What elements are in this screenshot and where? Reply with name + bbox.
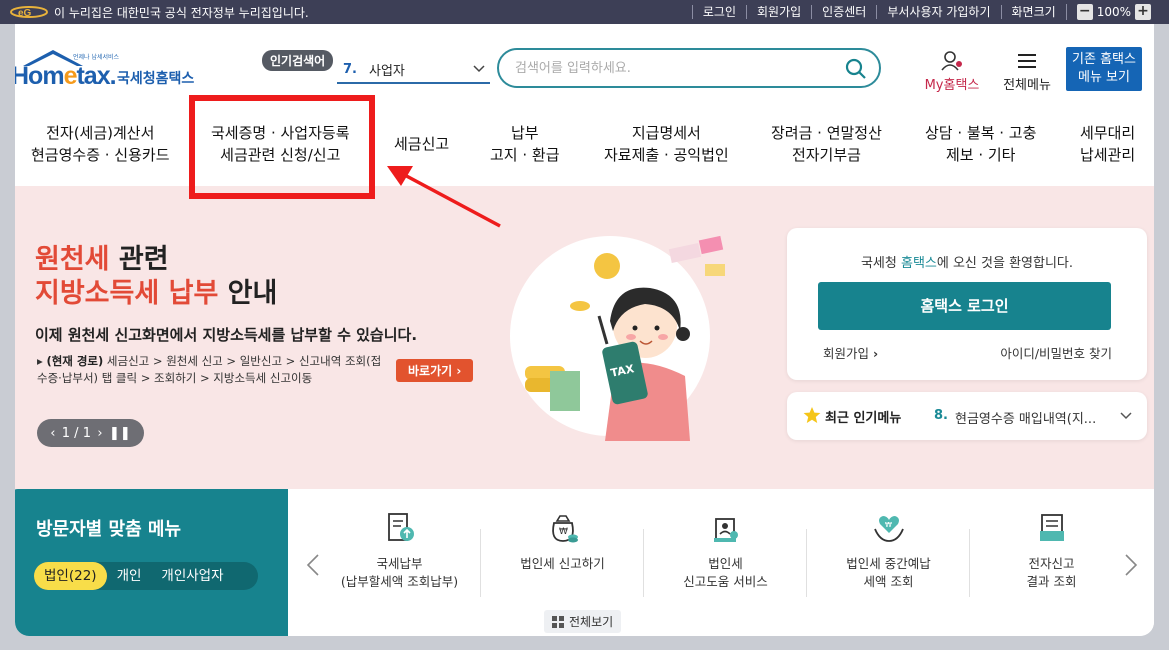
banner-pager: ‹ 1 / 1 › ❚❚	[37, 419, 144, 447]
logo-tagline: 언제나 납세서비스	[73, 54, 120, 61]
service-interim-prepayment[interactable]: ₩ 법인세 중간예납 세액 조회	[807, 511, 970, 591]
cert-center-link[interactable]: 인증센터	[811, 5, 876, 19]
service-filing-help[interactable]: 법인세 신고도움 서비스	[644, 511, 807, 591]
tax-girl-illustration: TAX	[510, 235, 725, 441]
service-corporate-tax-filing[interactable]: ₩ 법인세 신고하기	[481, 511, 644, 573]
popular-menu-title: 최근 인기메뉴	[825, 411, 902, 426]
login-link[interactable]: 로그인	[691, 5, 746, 19]
signup-link[interactable]: 회원가입	[745, 5, 811, 19]
chevron-down-icon	[1120, 412, 1132, 420]
popular-search-badge: 인기검색어	[262, 50, 334, 71]
old-hometax-label-2: 메뉴 보기	[1078, 70, 1130, 85]
service-e-filing-result[interactable]: 전자신고 결과 조회	[970, 511, 1133, 591]
view-all-button[interactable]: 전체보기	[544, 610, 622, 633]
old-hometax-label-1: 기존 홈택스	[1072, 52, 1136, 67]
tab-corporation[interactable]: 법인(22)	[34, 562, 107, 590]
visitor-tabs: 법인(22) 개인 개인사업자	[34, 562, 258, 590]
filing-help-icon	[713, 518, 738, 542]
search-input[interactable]	[515, 58, 825, 78]
popular-search-select[interactable]: 7. 사업자	[337, 56, 490, 84]
all-menu-button[interactable]: 전체메뉴	[998, 50, 1056, 93]
e-filing-result-icon	[1039, 514, 1064, 541]
popular-search-rank: 7.	[343, 61, 357, 77]
tab-individual[interactable]: 개인	[107, 562, 152, 590]
service-tax-payment[interactable]: 국세납부 (납부할세액 조회납부)	[318, 511, 481, 591]
next-slide-icon[interactable]: ›	[97, 426, 102, 441]
zoom-in-button[interactable]: +	[1135, 4, 1151, 20]
hero-banner: 원천세 관련 지방소득세 납부 안내 이제 원천세 신고화면에서 지방소득세를 …	[15, 186, 1154, 492]
nav-payment-statement[interactable]: 지급명세서 자료제출 · 공익법인	[604, 122, 729, 166]
svg-text:eG: eG	[18, 8, 32, 19]
red-arrow-annotation-icon	[387, 166, 501, 228]
find-id-password-link[interactable]: 아이디/비밀번호 찾기	[1000, 343, 1112, 362]
old-hometax-menu-button[interactable]: 기존 홈택스 메뉴 보기	[1066, 47, 1142, 91]
hometax-logo[interactable]: 언제나 납세서비스 Hometax. 국세청홈택스	[15, 48, 211, 96]
hero-description: 이제 원천세 신고화면에서 지방소득세를 납부할 수 있습니다.	[35, 326, 418, 344]
search-icon[interactable]	[845, 58, 867, 80]
corporate-tax-filing-icon: ₩	[551, 515, 578, 543]
interim-prepayment-icon: ₩	[873, 516, 904, 542]
visitor-custom-menu: 방문자별 맞춤 메뉴 법인(22) 개인 개인사업자	[15, 489, 288, 636]
visitor-menu-title: 방문자별 맞춤 메뉴	[36, 519, 182, 540]
nav-incentive-year-end[interactable]: 장려금 · 연말정산 전자기부금	[771, 122, 882, 166]
main-nav: 전자(세금)계산서 현금영수증 · 신용카드 국세증명 · 사업자등록 세금관련 신…	[15, 122, 1154, 182]
logo-korean-name: 국세청홈택스	[117, 71, 195, 87]
svg-text:₩: ₩	[559, 527, 568, 537]
nav-tax-filing[interactable]: 세금신고	[394, 133, 449, 155]
tax-payment-icon	[387, 513, 414, 541]
highlight-annotation-box	[189, 95, 375, 199]
nav-e-invoice[interactable]: 전자(세금)계산서 현금영수증 · 신용카드	[31, 122, 170, 166]
hero-current-path: ▸ (현재 경로) 세금신고 > 원천세 신고 > 일반신고 > 신고내역 조회…	[37, 354, 382, 385]
service-carousel: 국세납부 (납부할세액 조회납부) ₩ 법인세 신고하기 법인세 신고도움 서비스 …	[288, 489, 1154, 636]
nav-consultation-appeal[interactable]: 상담 · 불복 · 고충 제보 · 기타	[925, 122, 1036, 166]
gov-notice-text: 이 누리집은 대한민국 공식 전자정부 누리집입니다.	[54, 6, 309, 20]
my-hometax-button[interactable]: My홈택스	[920, 50, 984, 93]
popular-menu-item: 현금영수증 매입내역(지...	[955, 412, 1097, 427]
recent-popular-menu[interactable]: 최근 인기메뉴 8. 현금영수증 매입내역(지...	[787, 392, 1147, 440]
chevron-down-icon	[473, 65, 485, 73]
svg-text:₩: ₩	[885, 521, 892, 529]
hometax-login-button[interactable]: 홈택스 로그인	[818, 282, 1111, 330]
popular-search-term: 사업자	[368, 63, 405, 79]
egov-logo-icon: eG	[10, 6, 48, 19]
user-icon	[941, 51, 962, 71]
screen-size-label: 화면크기	[1000, 5, 1066, 19]
tab-sole-proprietor[interactable]: 개인사업자	[151, 562, 233, 590]
welcome-text: 국세청 홈택스에 오신 것을 환영합니다.	[860, 256, 1074, 271]
popular-menu-rank: 8.	[934, 408, 948, 423]
carousel-next-icon[interactable]	[1124, 553, 1138, 577]
my-hometax-label: My홈택스	[924, 78, 980, 93]
hamburger-icon	[1018, 54, 1036, 68]
page-panel: 언제나 납세서비스 Hometax. 국세청홈택스 인기검색어 7. 사업자 M…	[15, 24, 1154, 636]
grid-icon	[552, 615, 564, 628]
logo-wordmark: Hometax.	[15, 62, 117, 90]
dept-user-signup-link[interactable]: 부서사용자 가입하기	[876, 5, 1000, 19]
prev-slide-icon[interactable]: ‹	[50, 426, 55, 441]
search-box	[497, 48, 881, 88]
zoom-level: 100%	[1096, 5, 1131, 19]
login-card: 국세청 홈택스에 오신 것을 환영합니다. 홈택스 로그인 회원가입 › 아이디…	[787, 228, 1147, 380]
hero-title: 원천세 관련 지방소득세 납부 안내	[35, 244, 278, 309]
gov-notice-bar: eG 이 누리집은 대한민국 공식 전자정부 누리집입니다. 로그인 회원가입 …	[0, 0, 1169, 24]
slide-counter: 1 / 1	[61, 425, 91, 441]
go-button[interactable]: 바로가기 ›	[396, 359, 474, 382]
zoom-out-button[interactable]: −	[1076, 4, 1093, 20]
all-menu-label: 전체메뉴	[1003, 78, 1051, 93]
pause-icon[interactable]: ❚❚	[109, 426, 131, 441]
signup-link[interactable]: 회원가입 ›	[823, 343, 878, 362]
nav-tax-agent[interactable]: 세무대리 납세관리	[1080, 122, 1135, 166]
star-icon	[803, 407, 821, 423]
